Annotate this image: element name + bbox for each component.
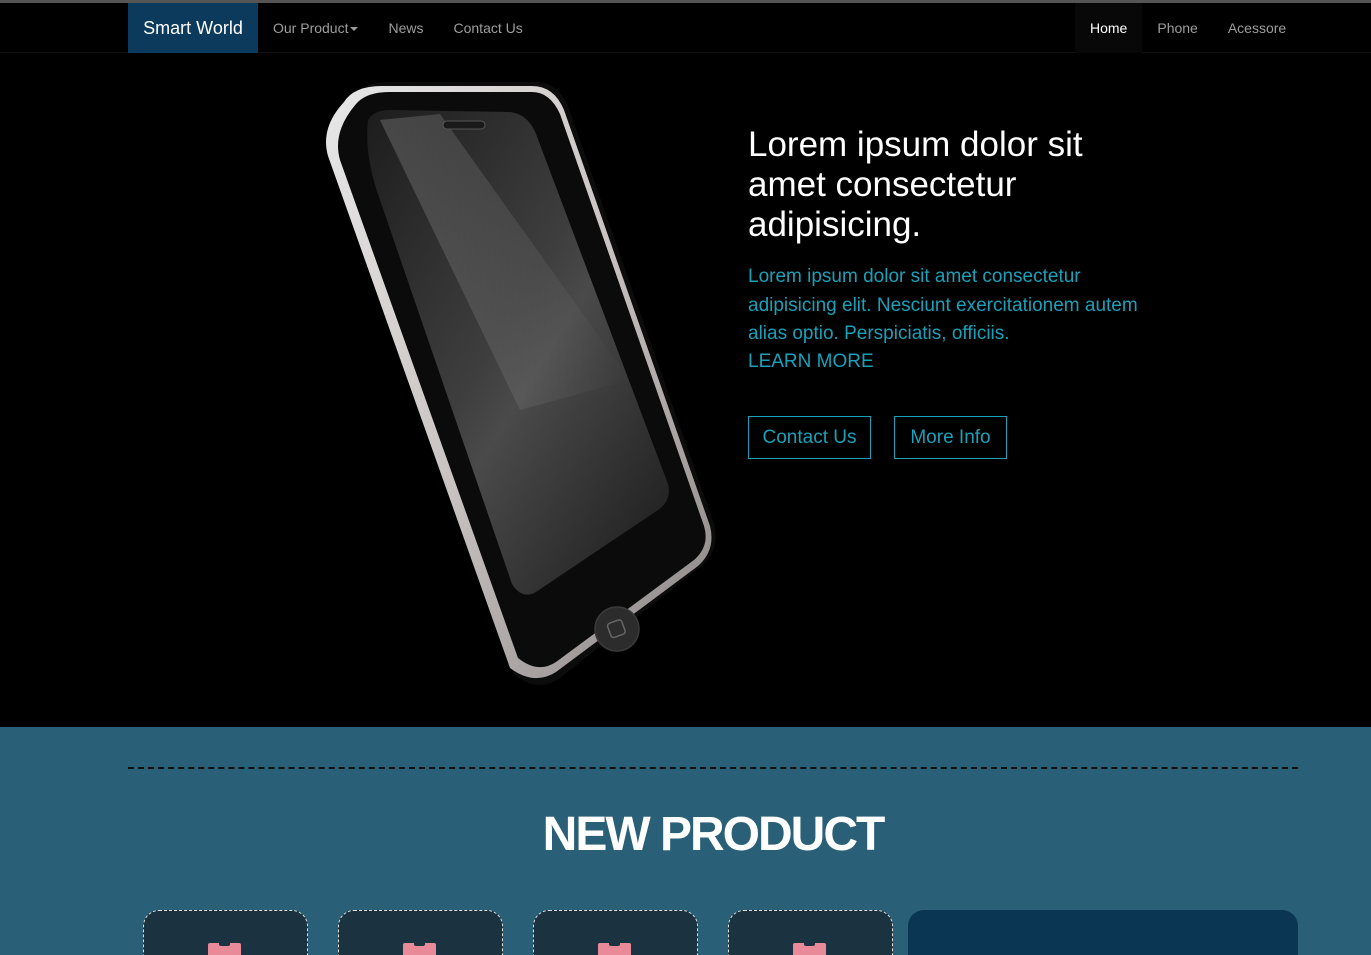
- contact-us-button[interactable]: Contact Us: [748, 416, 871, 459]
- caret-down-icon: [350, 27, 359, 32]
- learn-more-link[interactable]: LEARN MORE: [748, 348, 874, 376]
- nav-acessore[interactable]: Acessore: [1213, 3, 1301, 53]
- new-product-section: NEW PRODUCT: [0, 727, 1371, 955]
- hero-description: Lorem ipsum dolor sit amet consectetur a…: [748, 266, 1138, 344]
- nav-phone[interactable]: Phone: [1142, 3, 1212, 53]
- tag-icon: [793, 943, 826, 955]
- dashed-divider: [128, 767, 1298, 769]
- section-title: NEW PRODUCT: [542, 808, 886, 861]
- tag-icon: [403, 943, 436, 955]
- tag-icon: [208, 943, 241, 955]
- product-card[interactable]: [143, 910, 308, 955]
- product-card[interactable]: [533, 910, 698, 955]
- nav-news[interactable]: News: [373, 3, 438, 53]
- more-info-button[interactable]: More Info: [894, 416, 1007, 459]
- nav-contact-us[interactable]: Contact Us: [439, 3, 538, 53]
- nav-our-product-dropdown[interactable]: Our Product: [258, 3, 373, 53]
- nav-home[interactable]: Home: [1075, 3, 1143, 53]
- hero-title: Lorem ipsum dolor sit amet consectetur a…: [748, 125, 1083, 244]
- phone-image: [310, 80, 730, 700]
- nav-item-label: Our Product: [273, 20, 349, 36]
- nav-left: Our Product News Contact Us: [258, 3, 538, 53]
- featured-product-panel[interactable]: [908, 910, 1298, 955]
- brand-logo[interactable]: Smart World: [128, 3, 258, 53]
- product-card[interactable]: [338, 910, 503, 955]
- tag-icon: [598, 943, 631, 955]
- product-card[interactable]: [728, 910, 893, 955]
- nav-right: Home Phone Acessore: [1075, 3, 1301, 53]
- hero-section: Lorem ipsum dolor sit amet consectetur a…: [0, 54, 1371, 727]
- navbar: Smart World Our Product News Contact Us …: [0, 3, 1371, 53]
